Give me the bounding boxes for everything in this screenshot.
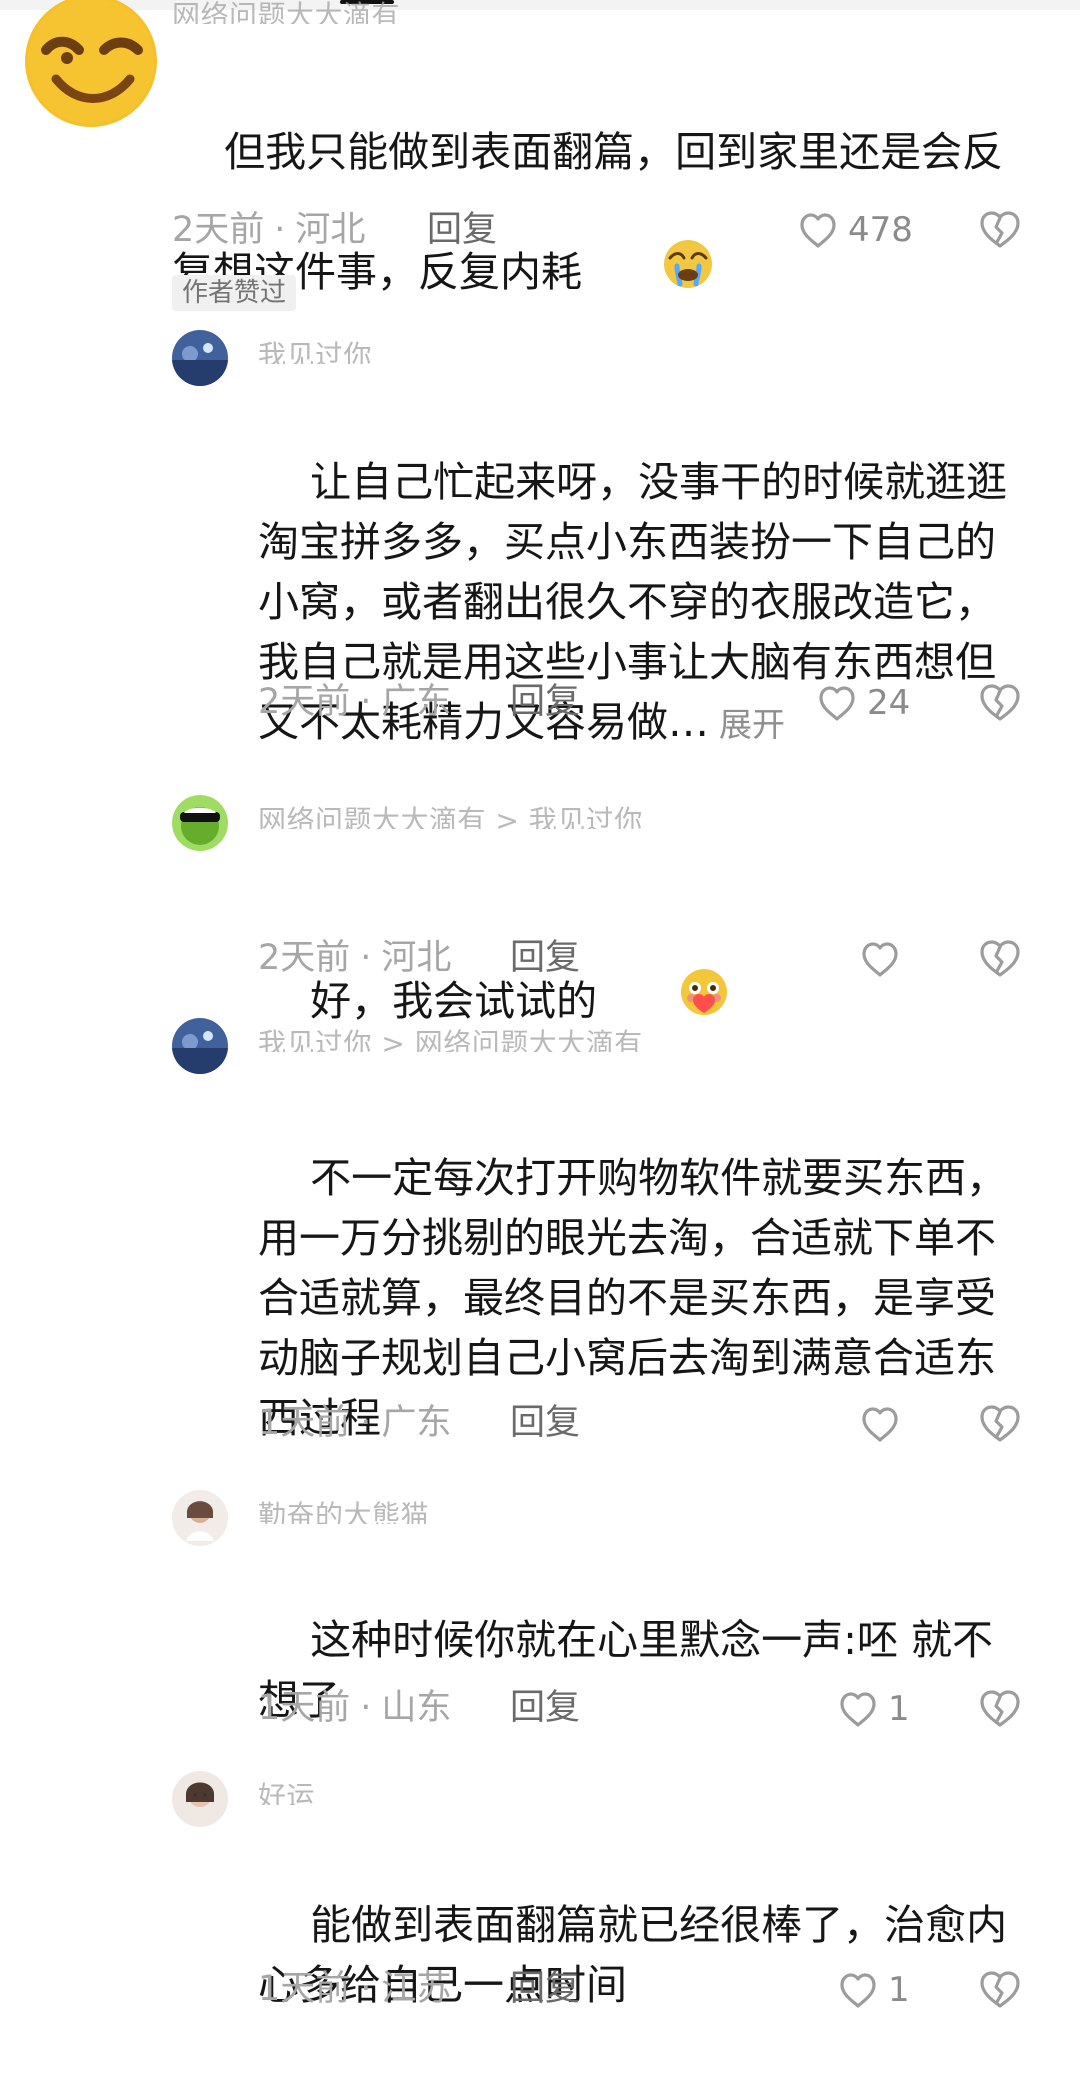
comment-meta: 2天前 · 河北 bbox=[258, 938, 451, 978]
dislike-button[interactable] bbox=[975, 1684, 1025, 1734]
like-button[interactable]: 478 bbox=[796, 205, 913, 255]
comment-item: 网络问题大大滴有 > 我见过你 好，我会试试的 2天前 · 河北 回复 bbox=[0, 795, 1080, 1025]
heart-outline-icon bbox=[800, 213, 836, 248]
like-button[interactable] bbox=[858, 1399, 910, 1449]
broken-heart-icon bbox=[980, 211, 1020, 248]
avatar[interactable] bbox=[172, 1490, 228, 1546]
heart-outline-icon bbox=[862, 942, 898, 977]
comment-author[interactable]: 好运 bbox=[258, 1781, 378, 1805]
comment-author[interactable]: 我见过你 bbox=[258, 340, 448, 364]
avatar-image bbox=[172, 795, 228, 851]
comment-time: 1天前 bbox=[258, 1403, 351, 1443]
heart-outline-icon bbox=[819, 686, 855, 721]
comment-author[interactable]: 网络问题大大滴有 > 我见过你 bbox=[258, 805, 758, 829]
author-liked-badge: 作者赞过 bbox=[172, 275, 297, 311]
meta-separator: · bbox=[360, 1969, 372, 2009]
like-count: 1 bbox=[888, 1970, 910, 2010]
dislike-button[interactable] bbox=[975, 1965, 1025, 2015]
comment-meta: 2天前 · 河北 bbox=[172, 210, 365, 250]
broken-heart-icon bbox=[980, 1971, 1020, 2008]
comment-meta: 1天前 · 广东 bbox=[258, 1403, 451, 1443]
comment-item: 勤奋的大熊猫 这种时候你就在心里默念一声:呸 就不想了 1天前 · 山东 回复 1 bbox=[0, 1490, 1080, 1730]
broken-heart-icon bbox=[980, 1690, 1020, 1727]
avatar[interactable] bbox=[172, 330, 228, 386]
like-count: 1 bbox=[888, 1689, 910, 1729]
comment-time: 2天前 bbox=[258, 938, 351, 978]
comment-item: 好运 能做到表面翻篇就已经很棒了，治愈内心多给自己一点时间 1天前 · 江苏 回复 … bbox=[0, 1771, 1080, 2010]
comment-meta: 1天前 · 江苏 bbox=[258, 1969, 451, 2009]
dislike-button[interactable] bbox=[975, 934, 1025, 984]
like-count: 24 bbox=[867, 683, 911, 723]
avatar[interactable] bbox=[172, 795, 228, 851]
like-button[interactable]: 1 bbox=[836, 1965, 910, 2015]
reply-button[interactable]: 回复 bbox=[510, 1403, 580, 1443]
comment-time: 1天前 bbox=[258, 1688, 351, 1728]
comment-item: 网络问题大大滴有 但我只能做到表面翻篇，回到家里还是会反复想这件事，反复内耗 2… bbox=[0, 0, 1080, 320]
expand-link[interactable]: 展开 bbox=[719, 705, 785, 744]
comment-item: 我见过你 让自己忙起来呀，没事干的时候就逛逛淘宝拼多多，买点小东西装扮一下自己的… bbox=[0, 330, 1080, 760]
avatar[interactable] bbox=[22, 0, 160, 130]
comment-author[interactable]: 网络问题大大滴有 bbox=[172, 0, 472, 24]
comment-text: 让自己忙起来呀，没事干的时候就逛逛淘宝拼多多，买点小东西装扮一下自己的小窝，或者… bbox=[258, 392, 1028, 815]
comment-location: 山东 bbox=[381, 1688, 452, 1728]
avatar[interactable] bbox=[172, 1018, 228, 1074]
comment-location: 河北 bbox=[295, 210, 366, 250]
comment-location: 江苏 bbox=[381, 1969, 452, 2009]
reply-button[interactable]: 回复 bbox=[510, 682, 580, 722]
like-button[interactable]: 1 bbox=[836, 1684, 910, 1734]
like-button[interactable] bbox=[858, 934, 910, 984]
dislike-button[interactable] bbox=[975, 1399, 1025, 1449]
dislike-button[interactable] bbox=[975, 678, 1025, 728]
comment-author[interactable]: 我见过你 > 网络问题大大滴有 bbox=[258, 1028, 758, 1052]
avatar-image bbox=[172, 1490, 228, 1546]
broken-heart-icon bbox=[980, 1405, 1020, 1442]
comment-text: 这种时候你就在心里默念一声:呸 就不想了 bbox=[258, 1550, 1018, 1790]
heart-outline-icon bbox=[840, 1973, 876, 2008]
reply-button[interactable]: 回复 bbox=[510, 1688, 580, 1728]
comment-text: 不一定每次打开购物软件就要买东西，用一万分挑剔的眼光去淘，合适就下单不合适就算，… bbox=[258, 1088, 1028, 1508]
comment-location: 河北 bbox=[381, 938, 452, 978]
reply-button[interactable]: 回复 bbox=[427, 210, 497, 250]
comment-text: 能做到表面翻篇就已经很棒了，治愈内心多给自己一点时间 bbox=[258, 1835, 1028, 2075]
avatar-image bbox=[172, 330, 228, 386]
reply-button[interactable]: 回复 bbox=[510, 1969, 580, 2009]
avatar[interactable] bbox=[172, 1771, 228, 1827]
comment-time: 1天前 bbox=[258, 1969, 351, 2009]
comment-item: 我见过你 > 网络问题大大滴有 不一定每次打开购物软件就要买东西，用一万分挑剔的… bbox=[0, 1018, 1080, 1443]
like-button[interactable]: 24 bbox=[815, 678, 910, 728]
meta-separator: · bbox=[360, 938, 372, 978]
comment-time: 2天前 bbox=[172, 210, 265, 250]
comment-location: 广东 bbox=[381, 682, 452, 722]
heart-outline-icon bbox=[862, 1407, 898, 1442]
comment-time: 2天前 bbox=[258, 682, 351, 722]
dislike-button[interactable] bbox=[975, 205, 1025, 255]
avatar-image bbox=[172, 1018, 228, 1074]
broken-heart-icon bbox=[980, 940, 1020, 977]
meta-separator: · bbox=[360, 1403, 372, 1443]
comment-meta: 2天前 · 广东 bbox=[258, 682, 451, 722]
meta-separator: · bbox=[360, 1688, 372, 1728]
broken-heart-icon bbox=[980, 684, 1020, 721]
comment-author[interactable]: 勤奋的大熊猫 bbox=[258, 1500, 478, 1524]
meta-separator: · bbox=[360, 682, 372, 722]
reply-button[interactable]: 回复 bbox=[510, 938, 580, 978]
like-count: 478 bbox=[848, 210, 913, 250]
comment-meta: 1天前 · 山东 bbox=[258, 1688, 451, 1728]
heart-outline-icon bbox=[840, 1692, 876, 1727]
comment-location: 广东 bbox=[381, 1403, 452, 1443]
avatar-image bbox=[172, 1771, 228, 1827]
winking-face-emoji-icon bbox=[25, 0, 157, 127]
meta-separator: · bbox=[274, 210, 286, 250]
